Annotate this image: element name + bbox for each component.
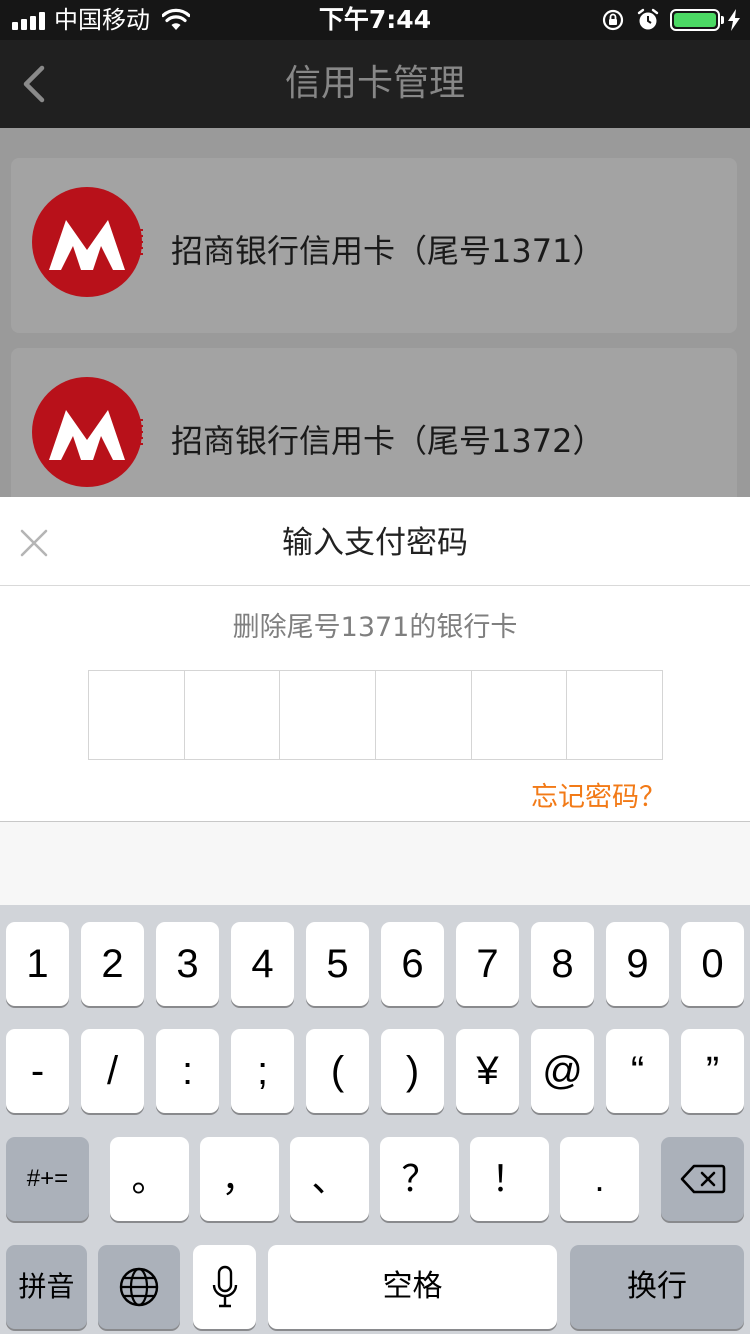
key-slash[interactable]: / (81, 1029, 144, 1113)
key-colon[interactable]: : (156, 1029, 219, 1113)
key-enumeration-comma[interactable]: 、 (290, 1137, 369, 1221)
key-hyphen[interactable]: - (6, 1029, 69, 1113)
card-item[interactable]: 招商银行信用卡（尾号1371） (11, 158, 737, 333)
key-question[interactable]: ？ (380, 1137, 459, 1221)
card-label: 招商银行信用卡（尾号1371） (171, 232, 605, 270)
globe-key[interactable] (98, 1245, 180, 1329)
key-7[interactable]: 7 (456, 922, 519, 1006)
password-input[interactable] (88, 670, 663, 760)
key-2[interactable]: 2 (81, 922, 144, 1006)
payment-password-sheet: 输入支付密码 删除尾号1371的银行卡 忘记密码？ (0, 497, 750, 905)
key-0[interactable]: 0 (681, 922, 744, 1006)
card-label: 招商银行信用卡（尾号1372） (171, 422, 605, 460)
rotation-lock-icon (602, 9, 624, 31)
backspace-icon (680, 1164, 725, 1194)
key-close-paren[interactable]: ) (381, 1029, 444, 1113)
sheet-footer (0, 822, 750, 905)
pinyin-mode-key[interactable]: 拼音 (6, 1245, 87, 1329)
microphone-icon (212, 1265, 237, 1308)
keyboard: 1 2 3 4 5 6 7 8 9 0 - / : ; ( ) ¥ @ “ ” … (0, 905, 750, 1334)
space-key[interactable]: 空格 (268, 1245, 557, 1329)
password-digit-box[interactable] (280, 671, 377, 759)
key-at[interactable]: @ (531, 1029, 594, 1113)
sheet-header: 输入支付密码 (0, 497, 750, 586)
key-open-paren[interactable]: ( (306, 1029, 369, 1113)
status-bar: 中国移动 下午7:44 (0, 0, 750, 40)
key-period[interactable]: . (560, 1137, 639, 1221)
cmb-logo-icon (32, 187, 143, 297)
key-period-cjk[interactable]: 。 (110, 1137, 189, 1221)
key-yen[interactable]: ¥ (456, 1029, 519, 1113)
delete-key[interactable] (661, 1137, 744, 1221)
key-5[interactable]: 5 (306, 922, 369, 1006)
password-digit-box[interactable] (89, 671, 185, 759)
card-list: 招商银行信用卡（尾号1371） 招商银行信用卡（尾号1372） (0, 128, 750, 497)
key-9[interactable]: 9 (606, 922, 669, 1006)
password-digit-box[interactable] (472, 671, 568, 759)
charging-bolt-icon (728, 9, 740, 31)
microphone-key[interactable] (193, 1245, 256, 1329)
return-key[interactable]: 换行 (570, 1245, 744, 1329)
nav-bar: 信用卡管理 (0, 40, 750, 128)
alarm-icon (637, 8, 659, 30)
key-6[interactable]: 6 (381, 922, 444, 1006)
key-3[interactable]: 3 (156, 922, 219, 1006)
password-digit-box[interactable] (376, 671, 472, 759)
cmb-logo-icon (32, 377, 143, 487)
key-8[interactable]: 8 (531, 922, 594, 1006)
battery-tip (721, 16, 724, 24)
battery-level-fill (674, 13, 716, 27)
sheet-subtitle: 删除尾号1371的银行卡 (232, 612, 518, 643)
key-close-quote[interactable]: ” (681, 1029, 744, 1113)
globe-icon (119, 1267, 159, 1307)
key-exclamation[interactable]: ！ (470, 1137, 549, 1221)
forgot-password-link[interactable]: 忘记密码？ (531, 775, 666, 814)
key-1[interactable]: 1 (6, 922, 69, 1006)
symbols-key[interactable]: #+= (6, 1137, 89, 1221)
key-semicolon[interactable]: ; (231, 1029, 294, 1113)
password-digit-box[interactable] (567, 671, 662, 759)
sheet-title: 输入支付密码 (282, 525, 468, 561)
key-4[interactable]: 4 (231, 922, 294, 1006)
key-comma-cjk[interactable]: ， (200, 1137, 279, 1221)
page-title: 信用卡管理 (284, 63, 465, 104)
password-digit-box[interactable] (185, 671, 281, 759)
card-item[interactable]: 招商银行信用卡（尾号1372） (11, 348, 737, 497)
battery-icon (670, 9, 720, 31)
key-open-quote[interactable]: “ (606, 1029, 669, 1113)
